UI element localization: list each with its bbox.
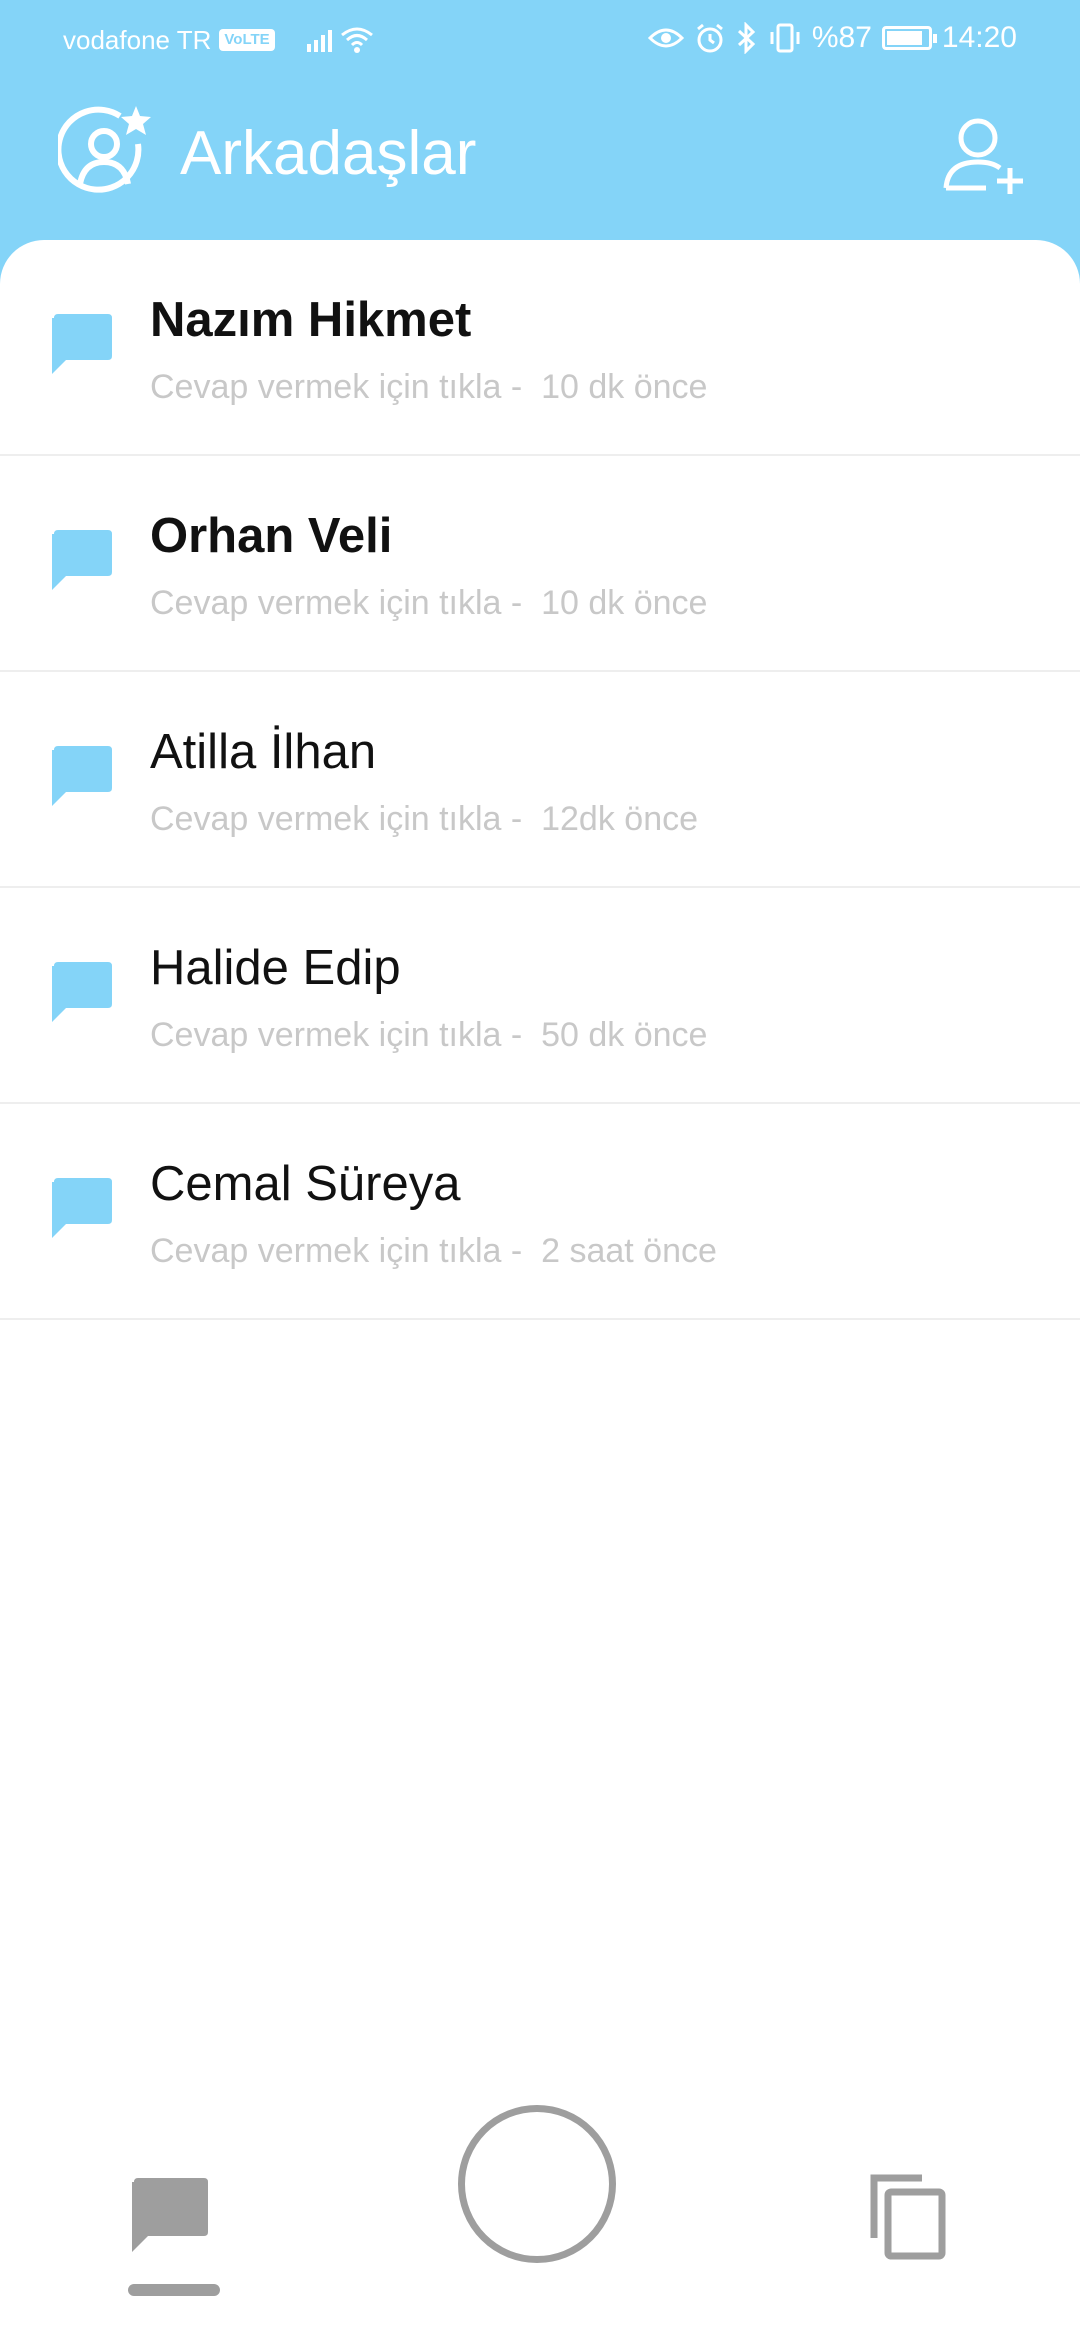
wifi-icon <box>340 27 373 53</box>
conversation-row[interactable]: Cemal Süreya Cevap vermek için tıkla - 2… <box>0 1104 1080 1320</box>
conversation-subtitle: Cevap vermek için tıkla - 12dk önce <box>150 800 699 838</box>
chat-bubble-icon <box>52 1178 112 1238</box>
contact-name: Nazım Hikmet <box>150 293 472 347</box>
conversation-subtitle: Cevap vermek için tıkla - 10 dk önce <box>150 368 708 406</box>
conversation-row[interactable]: Halide Edip Cevap vermek için tıkla - 50… <box>0 888 1080 1104</box>
chat-bubble-icon <box>52 314 112 374</box>
selected-tab-indicator <box>128 2284 220 2296</box>
bluetooth-icon <box>737 22 756 54</box>
clock: 14:20 <box>941 21 1017 54</box>
battery-fill <box>886 31 922 45</box>
battery-icon <box>881 26 937 50</box>
chat-bubble-icon <box>52 962 112 1022</box>
eye-icon <box>647 28 684 48</box>
conversation-subtitle: Cevap vermek için tıkla - 10 dk önce <box>150 584 708 622</box>
conversation-subtitle: Cevap vermek için tıkla - 50 dk önce <box>150 1016 708 1054</box>
conversation-row[interactable]: Nazım Hikmet Cevap vermek için tıkla - 1… <box>0 240 1080 456</box>
chat-bubble-icon <box>52 746 112 806</box>
contact-name: Cemal Süreya <box>150 1157 461 1211</box>
carrier-name: vodafone TR <box>63 24 212 55</box>
bottom-navigation <box>0 2080 1080 2340</box>
vibrate-icon <box>770 23 800 53</box>
contact-name: Halide Edip <box>150 941 401 995</box>
volte-badge: VoLTE <box>219 29 275 51</box>
copy-icon[interactable] <box>868 2172 948 2260</box>
signal-icon <box>306 28 332 52</box>
app-bar: Arkadaşlar <box>0 100 1080 210</box>
home-circle-icon[interactable] <box>458 2105 616 2263</box>
status-left: vodafone TR VoLTE <box>63 20 374 60</box>
conversation-subtitle: Cevap vermek için tıkla - 2 saat önce <box>150 1232 717 1270</box>
conversation-row[interactable]: Atilla İlhan Cevap vermek için tıkla - 1… <box>0 672 1080 888</box>
add-friend-icon[interactable] <box>940 112 1026 198</box>
status-right: %87 14:20 <box>647 18 1017 58</box>
page-title: Arkadaşlar <box>180 119 477 188</box>
status-bar: vodafone TR VoLTE %87 14:20 <box>0 0 1080 76</box>
friends-star-icon <box>58 106 151 193</box>
contact-name: Orhan Veli <box>150 509 393 563</box>
conversation-list: Nazım Hikmet Cevap vermek için tıkla - 1… <box>0 240 1080 2340</box>
contact-name: Atilla İlhan <box>150 725 377 779</box>
battery-percent: %87 <box>811 21 872 54</box>
chat-bubble-icon <box>52 530 112 590</box>
conversation-row[interactable]: Orhan Veli Cevap vermek için tıkla - 10 … <box>0 456 1080 672</box>
alarm-icon <box>696 23 723 53</box>
chat-icon[interactable] <box>130 2176 210 2256</box>
